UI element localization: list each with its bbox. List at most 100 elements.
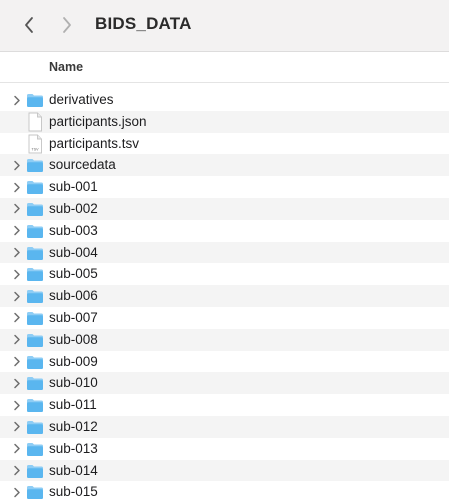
chevron-right-icon: [14, 335, 20, 345]
folder-row[interactable]: sub-005: [0, 263, 449, 285]
folder-icon: [27, 355, 43, 369]
folder-icon: [27, 268, 43, 282]
folder-icon: [27, 464, 43, 478]
item-name: sub-006: [49, 288, 98, 304]
chevron-right-icon: [14, 378, 20, 389]
folder-icon: [27, 311, 43, 325]
chevron-right-icon: [14, 182, 20, 192]
chevron-right-icon: [14, 313, 20, 323]
item-name: sub-002: [49, 200, 98, 216]
disclosure-triangle[interactable]: [12, 225, 22, 237]
chevron-right-icon: [14, 291, 20, 301]
folder-row[interactable]: sub-008: [0, 328, 449, 351]
document-icon: [28, 112, 42, 132]
folder-icon: [27, 94, 43, 107]
item-name: sub-011: [49, 397, 97, 413]
folder-row[interactable]: sub-011: [0, 394, 449, 416]
item-name: sub-014: [49, 462, 98, 478]
folder-row[interactable]: sub-015: [0, 481, 449, 500]
disclosure-triangle[interactable]: [12, 334, 22, 346]
disclosure-triangle[interactable]: [12, 312, 22, 324]
folder-icon: [27, 486, 43, 500]
folder-icon: [27, 420, 43, 434]
finder-window: BIDS_DATA Name derivatives participants.j…: [0, 0, 449, 500]
item-name: sub-013: [49, 440, 98, 456]
column-header: Name: [0, 52, 449, 83]
file-row[interactable]: participants.json: [0, 110, 449, 133]
folder-icon: [27, 399, 43, 413]
item-name: sub-007: [49, 309, 98, 325]
folder-icon: [27, 159, 43, 173]
folder-icon: [27, 246, 43, 260]
item-name: sub-008: [49, 331, 98, 347]
item-name: sub-009: [49, 353, 98, 369]
disclosure-triangle[interactable]: [12, 290, 22, 302]
disclosure-triangle[interactable]: [12, 247, 22, 259]
folder-icon: [27, 181, 43, 195]
folder-row[interactable]: sub-012: [0, 415, 449, 438]
item-name: sourcedata: [49, 157, 116, 173]
folder-row[interactable]: sourcedata: [0, 154, 449, 177]
chevron-right-icon: [14, 422, 20, 432]
folder-row[interactable]: derivatives: [0, 89, 449, 111]
disclosure-triangle[interactable]: [12, 465, 22, 477]
chevron-right-icon: [14, 487, 20, 498]
item-name: sub-010: [49, 375, 98, 391]
folder-icon: [27, 442, 43, 456]
disclosure-triangle[interactable]: [12, 203, 22, 215]
chevron-right-icon: [63, 17, 71, 33]
folder-row[interactable]: sub-009: [0, 351, 449, 373]
item-name: sub-015: [49, 484, 98, 500]
folder-icon: [27, 333, 43, 347]
folder-row[interactable]: sub-007: [0, 307, 449, 329]
chevron-right-icon: [14, 269, 20, 280]
disclosure-triangle[interactable]: [12, 486, 22, 498]
chevron-right-icon: [14, 204, 20, 214]
back-button[interactable]: [17, 12, 41, 38]
file-row[interactable]: TSV participants.tsv: [0, 133, 449, 155]
chevron-right-icon: [14, 247, 20, 258]
chevron-right-icon: [14, 465, 20, 476]
item-name: sub-004: [49, 244, 98, 260]
file-list: derivatives participants.json TSV participa…: [0, 89, 449, 500]
folder-icon: [27, 202, 43, 216]
folder-row[interactable]: sub-003: [0, 220, 449, 242]
forward-button[interactable]: [55, 12, 79, 38]
folder-row[interactable]: sub-013: [0, 438, 449, 460]
disclosure-triangle[interactable]: [12, 356, 22, 368]
folder-row[interactable]: sub-004: [0, 241, 449, 264]
folder-icon: [27, 290, 43, 304]
disclosure-triangle[interactable]: [12, 443, 22, 455]
disclosure-triangle[interactable]: [12, 181, 22, 193]
folder-icon: [27, 224, 43, 238]
chevron-right-icon: [14, 95, 20, 105]
item-name: derivatives: [49, 92, 114, 107]
disclosure-triangle[interactable]: [12, 94, 22, 106]
chevron-left-icon: [25, 17, 33, 33]
window-title: BIDS_DATA: [95, 14, 192, 33]
item-name: participants.json: [49, 113, 147, 129]
document-icon: TSV: [28, 134, 42, 154]
chevron-right-icon: [14, 400, 20, 410]
folder-row[interactable]: sub-006: [0, 285, 449, 307]
chevron-right-icon: [14, 356, 20, 367]
disclosure-triangle[interactable]: [12, 421, 22, 433]
disclosure-triangle[interactable]: [12, 377, 22, 389]
chevron-right-icon: [14, 444, 20, 454]
disclosure-triangle[interactable]: [12, 159, 22, 171]
folder-icon: [27, 377, 43, 391]
chevron-right-icon: [14, 226, 20, 236]
folder-row[interactable]: sub-010: [0, 372, 449, 395]
svg-text:TSV: TSV: [32, 147, 40, 151]
folder-row[interactable]: sub-002: [0, 197, 449, 220]
item-name: participants.tsv: [49, 135, 140, 151]
disclosure-triangle[interactable]: [12, 268, 22, 280]
chevron-right-icon: [14, 160, 20, 171]
folder-row[interactable]: sub-001: [0, 176, 449, 198]
item-name: sub-003: [49, 222, 98, 238]
toolbar: BIDS_DATA: [0, 0, 449, 52]
folder-row[interactable]: sub-014: [0, 459, 449, 482]
item-name: sub-005: [49, 266, 98, 282]
disclosure-triangle[interactable]: [12, 399, 22, 411]
name-column-header[interactable]: Name: [49, 60, 83, 74]
